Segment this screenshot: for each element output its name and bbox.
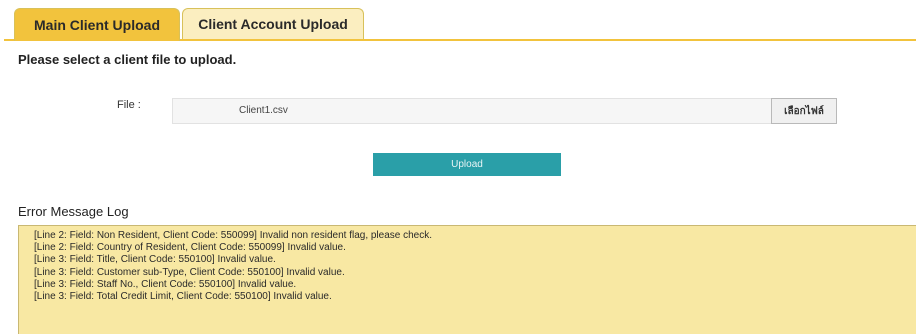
error-log-line: [Line 3: Field: Total Credit Limit, Clie…: [34, 291, 332, 303]
upload-prompt: Please select a client file to upload.: [18, 52, 237, 67]
error-log-line: [Line 3: Field: Title, Client Code: 5501…: [34, 254, 276, 266]
tab-client-account-upload[interactable]: Client Account Upload: [182, 8, 364, 39]
tab-main-client-upload[interactable]: Main Client Upload: [14, 8, 180, 41]
tab-label: Client Account Upload: [198, 16, 348, 32]
file-path-field[interactable]: Client1.csv: [172, 98, 772, 124]
error-log-title: Error Message Log: [18, 204, 129, 219]
tab-label: Main Client Upload: [34, 17, 160, 33]
upload-page: Main Client Upload Client Account Upload…: [0, 0, 916, 334]
upload-button[interactable]: Upload: [373, 153, 561, 176]
choose-file-button[interactable]: เลือกไฟล์: [771, 98, 837, 124]
error-log-line: [Line 2: Field: Non Resident, Client Cod…: [34, 230, 433, 241]
error-log-line: [Line 3: Field: Customer sub-Type, Clien…: [34, 266, 345, 278]
file-label: File :: [117, 99, 141, 111]
file-name-value: Client1.csv: [239, 105, 288, 116]
tab-bar: Main Client Upload Client Account Upload: [0, 0, 916, 41]
error-log-line: [Line 2: Field: Country of Resident, Cli…: [34, 242, 346, 254]
error-log-line: [Line 3: Field: Staff No., Client Code: …: [34, 278, 297, 290]
upload-panel: Please select a client file to upload. F…: [4, 39, 916, 334]
error-log-box: [Line 2: Field: Non Resident, Client Cod…: [18, 225, 916, 334]
